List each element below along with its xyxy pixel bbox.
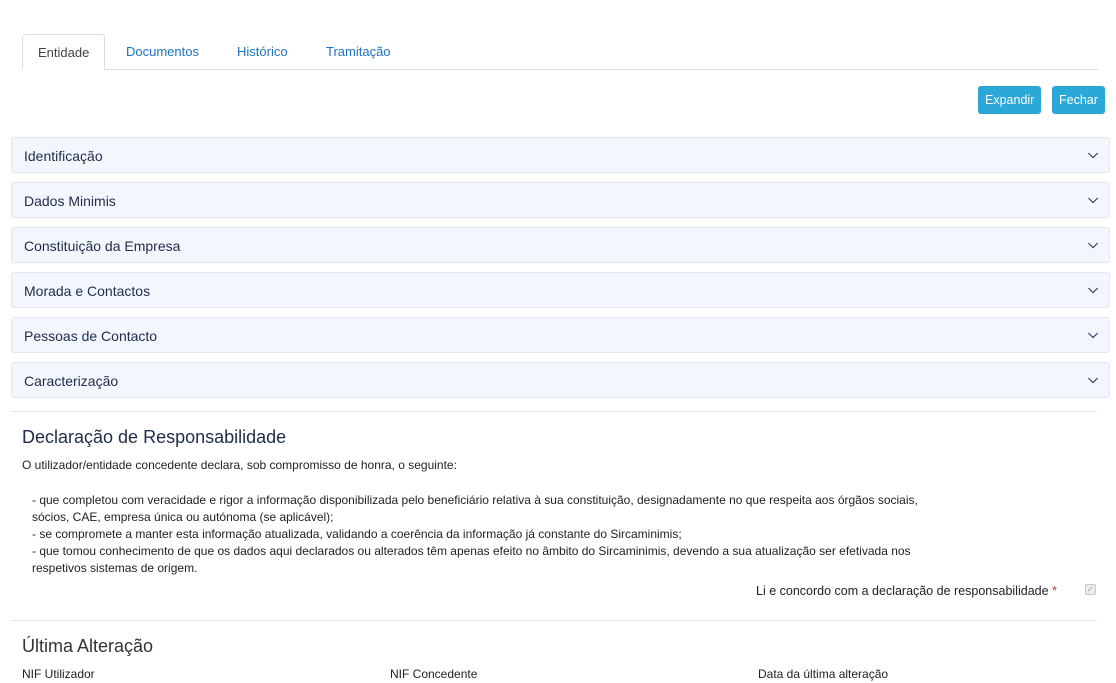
field-label-nif-utilizador: NIF Utilizador — [22, 667, 95, 681]
chevron-down-icon[interactable]: ⌵ — [1088, 138, 1098, 170]
declaration-line: - que tomou conhecimento de que os dados… — [32, 544, 911, 558]
required-mark: * — [1052, 584, 1057, 598]
tab-bar: Entidade Documentos Histórico Tramitação — [22, 34, 1098, 70]
chevron-down-icon[interactable]: ⌵ — [1088, 363, 1098, 395]
section-dados-minimis[interactable]: Dados Minimis ⌵ — [11, 182, 1110, 218]
divider — [11, 620, 1097, 621]
section-label: Pessoas de Contacto — [24, 328, 158, 344]
expand-button[interactable]: Expandir — [978, 86, 1042, 114]
last-change-title: Última Alteração — [22, 636, 154, 656]
section-pessoas-contacto[interactable]: Pessoas de Contacto ⌵ — [11, 317, 1110, 353]
field-label-nif-concedente: NIF Concedente — [390, 667, 478, 681]
divider — [11, 411, 1097, 412]
declaration-line: - que completou com veracidade e rigor a… — [32, 493, 918, 507]
declaration-line: - se compromete a manter esta informação… — [32, 527, 682, 541]
section-identificacao[interactable]: Identificação ⌵ — [11, 137, 1110, 173]
section-label: Identificação — [24, 148, 103, 164]
section-label: Constituição da Empresa — [24, 238, 181, 254]
chevron-down-icon[interactable]: ⌵ — [1088, 273, 1098, 305]
tab-entidade[interactable]: Entidade — [22, 34, 106, 70]
declaration-title: Declaração de Responsabilidade — [22, 427, 287, 447]
tab-historico[interactable]: Histórico — [222, 34, 303, 69]
agree-checkbox[interactable]: ✓ — [1085, 584, 1096, 595]
chevron-down-icon[interactable]: ⌵ — [1088, 228, 1098, 260]
tab-tramitacao[interactable]: Tramitação — [311, 34, 406, 69]
tab-documentos[interactable]: Documentos — [111, 34, 214, 69]
section-caracterizacao[interactable]: Caracterização ⌵ — [11, 362, 1110, 398]
section-constituicao[interactable]: Constituição da Empresa ⌵ — [11, 227, 1110, 263]
field-label-data-alteracao: Data da última alteração — [758, 667, 889, 681]
close-button[interactable]: Fechar — [1052, 86, 1105, 114]
agree-label-text: Li e concordo com a declaração de respon… — [756, 584, 1049, 598]
declaration-intro: O utilizador/entidade concedente declara… — [22, 458, 457, 472]
declaration-line: respetivos sistemas de origem. — [32, 561, 198, 575]
check-icon: ✓ — [1086, 584, 1095, 594]
section-label: Morada e Contactos — [24, 283, 151, 299]
agree-label: Li e concordo com a declaração de respon… — [756, 583, 1057, 600]
chevron-down-icon[interactable]: ⌵ — [1088, 183, 1098, 215]
section-label: Dados Minimis — [24, 193, 116, 209]
section-label: Caracterização — [24, 373, 119, 389]
declaration-line: sócios, CAE, empresa única ou autónoma (… — [32, 510, 334, 524]
chevron-down-icon[interactable]: ⌵ — [1088, 318, 1098, 350]
section-morada-contactos[interactable]: Morada e Contactos ⌵ — [11, 272, 1110, 308]
